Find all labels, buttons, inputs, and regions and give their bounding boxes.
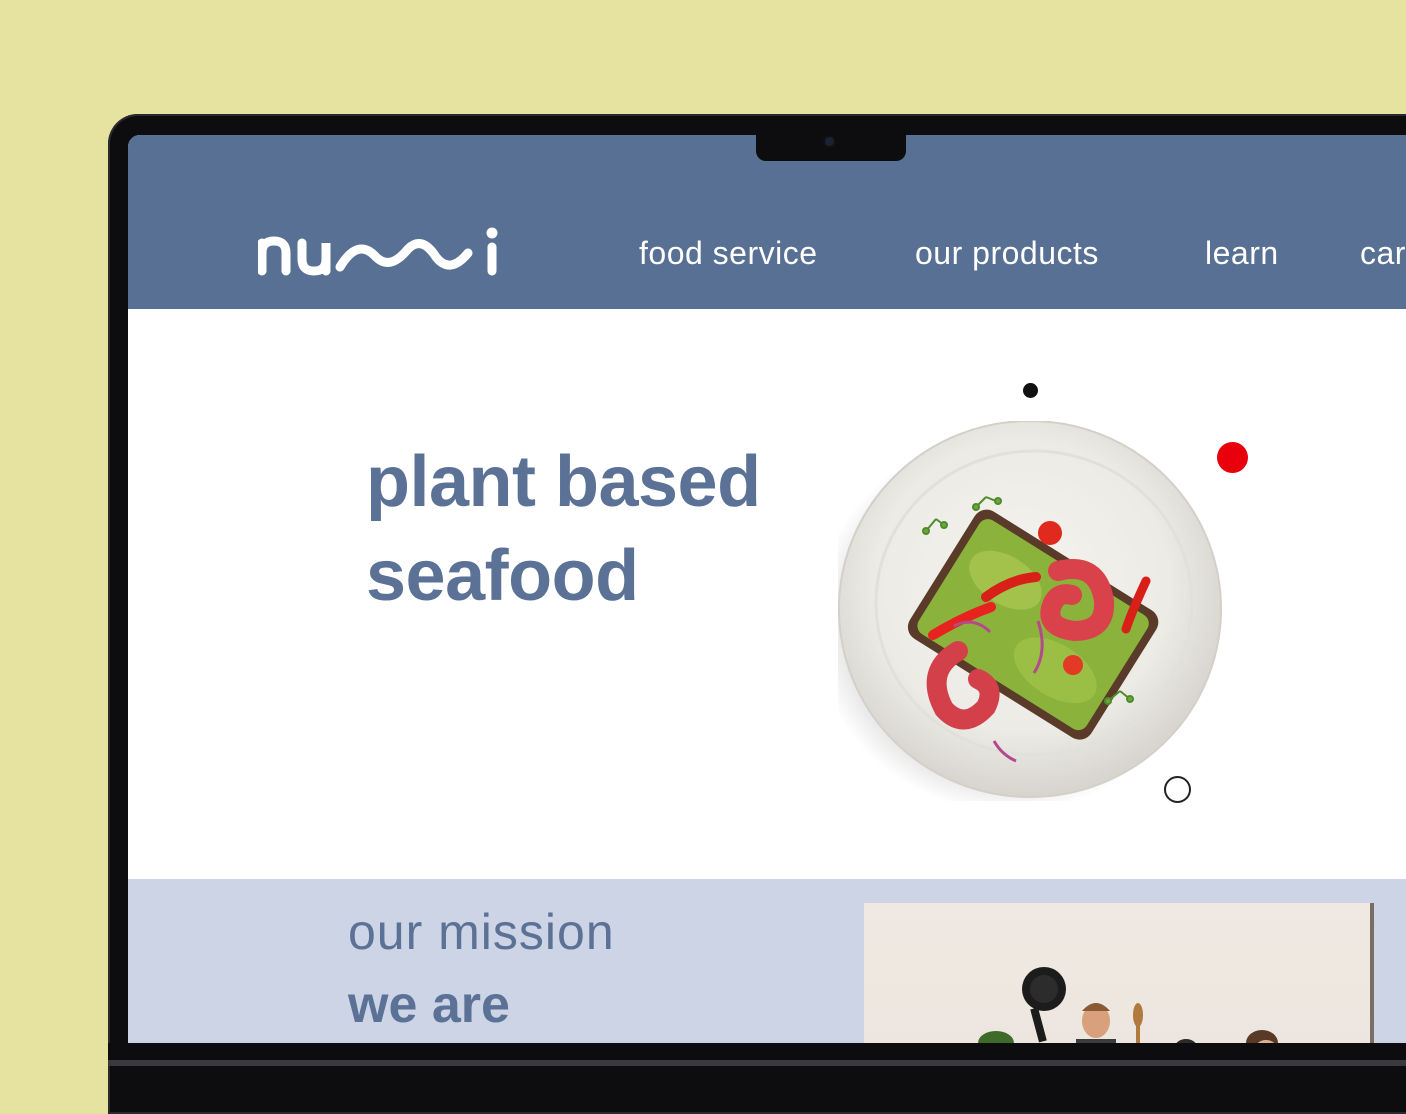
laptop-bottom-bezel (108, 1043, 1406, 1066)
browser-screen: numi food service our products learn car… (128, 135, 1406, 1043)
camera-icon (825, 137, 834, 146)
nav-food-service[interactable]: food service (639, 235, 818, 272)
mission-heading: we are (348, 976, 510, 1034)
hero-title: plant based seafood (366, 435, 761, 623)
mission-section: our mission we are (128, 879, 1406, 1043)
mission-label: our mission (348, 904, 615, 960)
numi-logo[interactable]: numi (258, 223, 508, 283)
hero-title-line1: plant based (366, 442, 761, 522)
hero-title-line2: seafood (366, 536, 639, 616)
people-in-kitchen-image (978, 967, 1278, 1043)
nav-careers[interactable]: car (1360, 235, 1406, 272)
nav-learn[interactable]: learn (1205, 235, 1279, 272)
nav-our-products[interactable]: our products (915, 235, 1099, 272)
hero-food-image (838, 421, 1222, 801)
mission-photo (864, 903, 1370, 1043)
black-dot (1023, 383, 1038, 398)
camera-notch (756, 133, 906, 161)
site-header: numi food service our products learn car (128, 135, 1406, 309)
